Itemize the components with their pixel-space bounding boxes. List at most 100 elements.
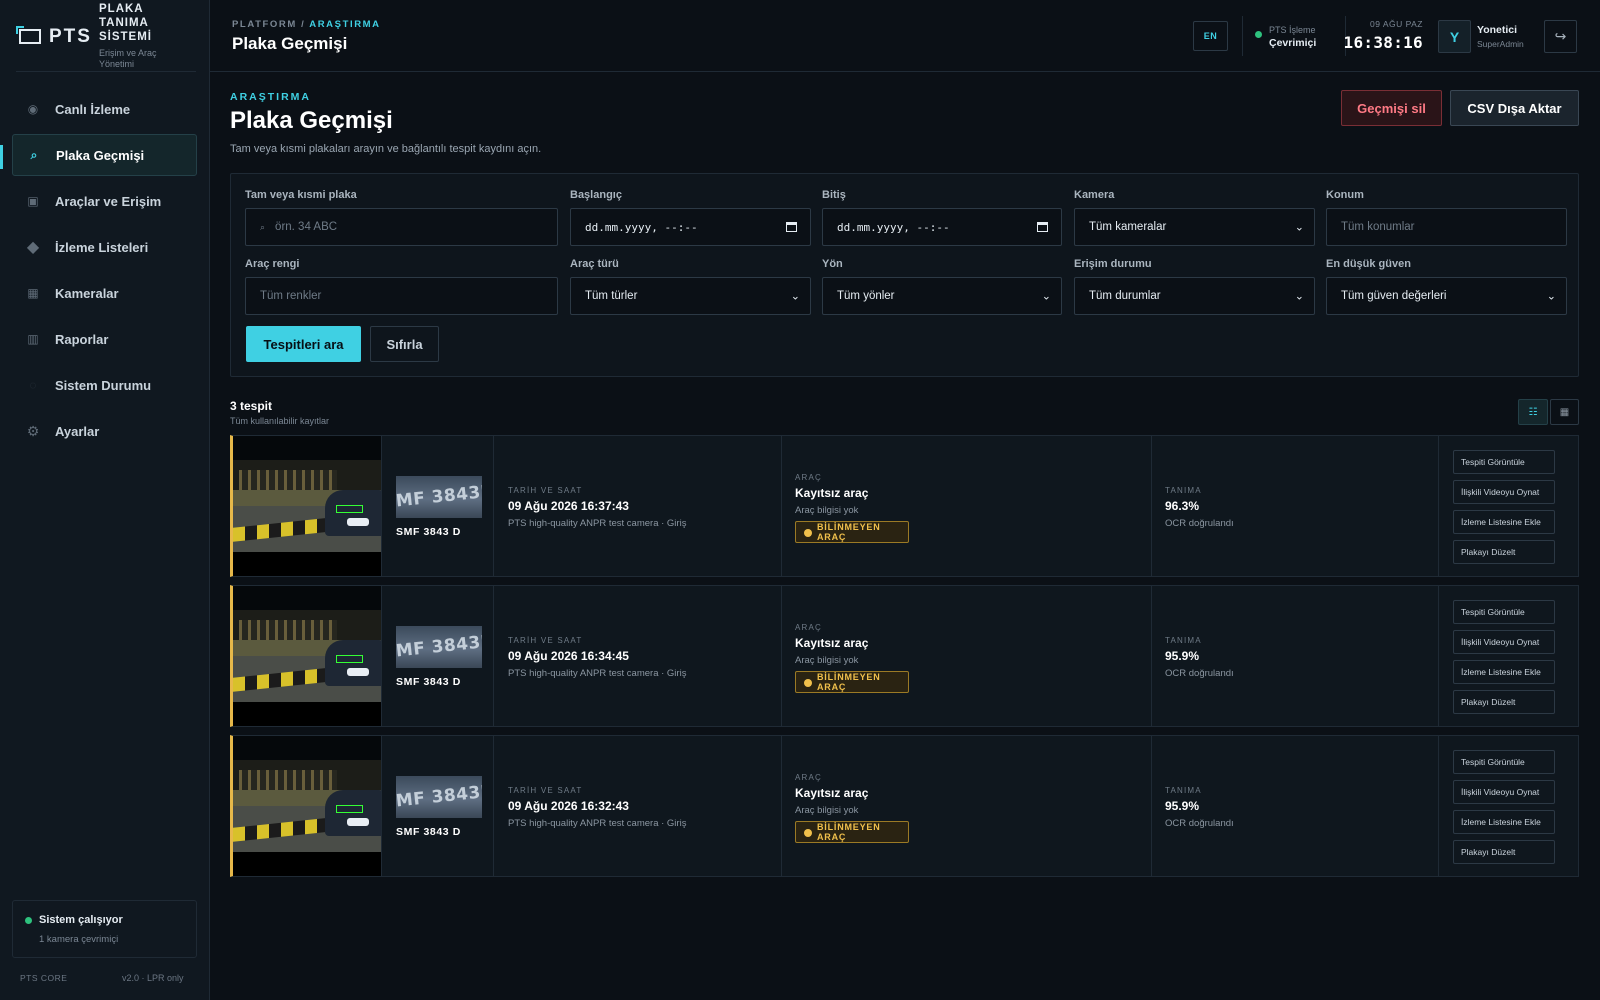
view-detection-button[interactable]: Tespiti Görüntüle <box>1453 450 1555 474</box>
detection-card[interactable]: SMF 3843D SMF 3843 D TARİH VE SAAT 09 Ağ… <box>230 435 1579 577</box>
brand-subtitle: Erişim ve Araç Yönetimi <box>99 48 157 69</box>
vehicle-name: Kayıtsız araç <box>795 786 869 800</box>
sidebar-item-label: Raporlar <box>55 331 109 347</box>
plate-number: SMF 3843 D <box>396 526 461 538</box>
vehicle-info: Araç bilgisi yok <box>795 505 859 516</box>
sidebar-item-settings[interactable]: ⚙ Ayarlar <box>12 410 197 452</box>
ocr-status: OCR doğrulandı <box>1165 668 1234 679</box>
sidebar-item-plate-history[interactable]: ⌕ Plaka Geçmişi <box>12 134 197 176</box>
cell-divider <box>1151 736 1152 876</box>
detection-card[interactable]: SMF 3843D SMF 3843 D TARİH VE SAAT 09 Ağ… <box>230 735 1579 877</box>
start-date-label: Başlangıç <box>570 189 622 201</box>
view-detection-button[interactable]: Tespiti Görüntüle <box>1453 750 1555 774</box>
system-status-title: Sistem çalışıyor <box>39 914 123 926</box>
camera-grid-icon: ▦ <box>27 286 39 300</box>
chevron-down-icon: ⌄ <box>1546 290 1556 303</box>
access-status-select[interactable]: Tüm durumlar ⌄ <box>1074 277 1315 315</box>
sidebar-item-watchlists[interactable]: ◆ İzleme Listeleri <box>12 226 197 268</box>
add-to-watchlist-button[interactable]: İzleme Listesine Ekle <box>1453 810 1555 834</box>
plate-search-input[interactable]: ⌕ örn. 34 ABC <box>245 208 558 246</box>
edit-plate-button[interactable]: Plakayı Düzelt <box>1453 840 1555 864</box>
plate-crop-image[interactable]: SMF 3843D <box>396 626 482 668</box>
status-badge-label: BİLİNMEYEN ARAÇ <box>817 822 881 842</box>
add-to-watchlist-button[interactable]: İzleme Listesine Ekle <box>1453 510 1555 534</box>
user-name: Yonetici <box>1477 24 1518 36</box>
clear-history-button[interactable]: Geçmişi sil <box>1341 90 1442 126</box>
sidebar-item-vehicles-access[interactable]: ▣ Araçlar ve Erişim <box>12 180 197 222</box>
chevron-down-icon: ⌄ <box>1294 221 1304 234</box>
play-video-button[interactable]: İlişkili Videoyu Oynat <box>1453 480 1555 504</box>
sidebar-item-cameras[interactable]: ▦ Kameralar <box>12 272 197 314</box>
plate-crop-image[interactable]: SMF 3843D <box>396 476 482 518</box>
plate-filter-label: Tam veya kısmi plaka <box>245 189 357 201</box>
sidebar-item-label: Araçlar ve Erişim <box>55 193 162 209</box>
vehicle-label: ARAÇ <box>795 773 823 782</box>
list-view-icon: ☷ <box>1528 406 1538 418</box>
camera-select-value: Tüm kameralar <box>1089 221 1167 233</box>
breadcrumb-root[interactable]: PLATFORM <box>232 19 297 30</box>
user-role: SuperAdmin <box>1477 39 1524 49</box>
play-video-button[interactable]: İlişkili Videoyu Oynat <box>1453 780 1555 804</box>
vehicle-snapshot[interactable] <box>233 436 381 576</box>
plate-crop-image[interactable]: SMF 3843D <box>396 776 482 818</box>
color-input[interactable]: Tüm renkler <box>245 277 558 315</box>
location-input[interactable]: Tüm konumlar <box>1326 208 1567 246</box>
edit-plate-button[interactable]: Plakayı Düzelt <box>1453 540 1555 564</box>
play-video-button[interactable]: İlişkili Videoyu Oynat <box>1453 630 1555 654</box>
view-detection-button[interactable]: Tespiti Görüntüle <box>1453 600 1555 624</box>
sidebar-item-reports[interactable]: ▥ Raporlar <box>12 318 197 360</box>
status-online-dot-icon <box>1255 31 1262 38</box>
cell-divider <box>1438 586 1439 726</box>
language-toggle-button[interactable]: EN <box>1193 21 1228 51</box>
calendar-icon[interactable] <box>786 222 797 232</box>
cell-divider <box>1151 436 1152 576</box>
vehicle-type-select[interactable]: Tüm türler ⌄ <box>570 277 811 315</box>
avatar[interactable]: Y <box>1438 20 1471 53</box>
logout-button[interactable]: ↪ <box>1544 20 1577 53</box>
breadcrumb: PLATFORM / ARAŞTIRMA <box>232 19 381 30</box>
sidebar-item-label: Sistem Durumu <box>55 377 152 393</box>
plate-crop-text: SMF 3843D <box>396 481 482 513</box>
plate-crop-text: SMF 3843D <box>396 631 482 663</box>
vehicle-label: ARAÇ <box>795 623 823 632</box>
vehicle-name: Kayıtsız araç <box>795 636 869 650</box>
add-to-watchlist-button[interactable]: İzleme Listesine Ekle <box>1453 660 1555 684</box>
cell-divider <box>781 736 782 876</box>
start-date-input[interactable]: dd.mm.yyyy, --:-- <box>570 208 811 246</box>
top-header: PLATFORM / ARAŞTIRMA Plaka Geçmişi EN PT… <box>210 0 1600 72</box>
header-divider <box>1242 16 1243 56</box>
status-badge: BİLİNMEYEN ARAÇ <box>795 521 909 543</box>
end-date-input[interactable]: dd.mm.yyyy, --:-- <box>822 208 1062 246</box>
ocr-status: OCR doğrulandı <box>1165 818 1234 829</box>
camera-select[interactable]: Tüm kameralar ⌄ <box>1074 208 1315 246</box>
search-detections-button[interactable]: Tespitleri ara <box>246 326 361 362</box>
detection-card[interactable]: SMF 3843D SMF 3843 D TARİH VE SAAT 09 Ağ… <box>230 585 1579 727</box>
edit-plate-button[interactable]: Plakayı Düzelt <box>1453 690 1555 714</box>
direction-select[interactable]: Tüm yönler ⌄ <box>822 277 1062 315</box>
vehicle-snapshot[interactable] <box>233 586 381 726</box>
vehicle-type-value: Tüm türler <box>585 290 638 302</box>
search-icon: ⌕ <box>260 221 266 232</box>
plate-cell: SMF 3843D SMF 3843 D <box>381 586 494 726</box>
min-confidence-select[interactable]: Tüm güven değerleri ⌄ <box>1326 277 1567 315</box>
direction-value: Tüm yönler <box>837 290 895 302</box>
list-view-button[interactable]: ☷ <box>1518 399 1548 425</box>
sidebar-item-live-monitoring[interactable]: ◉ Canlı İzleme <box>12 88 197 130</box>
brand-short: PTS <box>49 26 92 47</box>
sidebar-item-system-status[interactable]: ◌ Sistem Durumu <box>12 364 197 406</box>
camera-name: PTS high-quality ANPR test camera · Giri… <box>508 668 687 679</box>
status-dotted-circle-icon: ◌ <box>29 378 37 392</box>
location-placeholder: Tüm konumlar <box>1341 221 1415 233</box>
calendar-icon[interactable] <box>1037 222 1048 232</box>
reset-button[interactable]: Sıfırla <box>370 326 439 362</box>
grid-view-button[interactable]: ▦ <box>1550 399 1579 425</box>
system-status-card: Sistem çalışıyor 1 kamera çevrimiçi <box>12 900 197 958</box>
brand[interactable]: PTS PLAKA TANIMA SİSTEMİ Erişim ve Araç … <box>16 0 196 72</box>
results-count: 3 tespit <box>230 399 273 413</box>
page-title: Plaka Geçmişi <box>230 107 393 134</box>
vehicle-snapshot[interactable] <box>233 736 381 876</box>
vehicle-label: ARAÇ <box>795 473 823 482</box>
chevron-down-icon: ⌄ <box>1041 290 1051 303</box>
grid-view-icon: ▦ <box>1559 406 1570 418</box>
csv-export-button[interactable]: CSV Dışa Aktar <box>1450 90 1579 126</box>
